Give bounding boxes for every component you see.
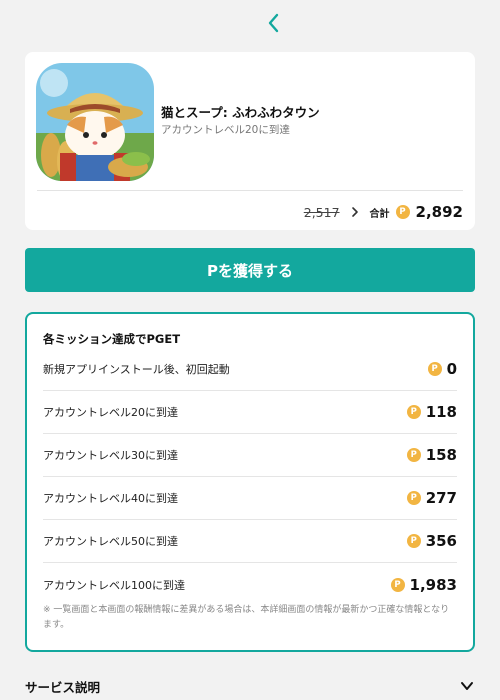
mission-row: アカウントレベル30に到達 P 158 (43, 434, 457, 477)
total-points: 2,892 (415, 203, 463, 221)
app-card: 猫とスープ: ふわふわタウン アカウントレベル20に到達 2,517 合計 P … (25, 52, 475, 230)
app-subtitle: アカウントレベル20に到達 (161, 124, 290, 136)
mission-label: アカウントレベル20に到達 (43, 406, 178, 419)
point-coin-icon: P (406, 405, 421, 419)
get-points-button[interactable]: Pを獲得する (25, 248, 475, 292)
old-price: 2,517 (303, 204, 340, 220)
mission-row: 新規アプリインストール後、初回起動 P 0 (43, 348, 457, 391)
mission-label: アカウントレベル50に到達 (43, 535, 178, 548)
mission-value: 118 (425, 403, 457, 421)
mission-value: 356 (425, 532, 457, 550)
mission-points: P 1,983 (390, 575, 457, 594)
chevron-left-icon (268, 13, 279, 33)
chevron-down-icon (461, 682, 473, 690)
mission-value: 1,983 (409, 575, 457, 594)
service-label: サービス説明 (25, 679, 101, 695)
mission-label: アカウントレベル100に到達 (43, 578, 185, 592)
mission-value: 0 (446, 360, 457, 378)
mission-title: 各ミッション達成でPGET (43, 332, 181, 346)
disclaimer-note: ※ 一覧画面と本画面の報酬情報に差異がある場合は、本詳細画面の情報が最新かつ正確… (43, 605, 450, 630)
total-label: 合計 (369, 208, 390, 220)
point-coin-icon: P (406, 491, 421, 505)
mission-row: アカウントレベル20に到達 P 118 (43, 391, 457, 434)
mission-points: P 0 (427, 360, 457, 378)
point-coin-icon: P (390, 577, 405, 592)
app-name: 猫とスープ: ふわふわタウン (161, 105, 320, 120)
point-coin-icon: P (406, 534, 421, 548)
mission-label: アカウントレベル30に到達 (43, 449, 178, 462)
mission-points: P 356 (406, 532, 457, 550)
chevron-right-icon (351, 207, 358, 217)
mission-row: アカウントレベル50に到達 P 356 (43, 520, 457, 563)
app-icon[interactable] (36, 63, 154, 181)
price-row: 2,517 合計 P 2,892 (304, 200, 463, 224)
back-button[interactable] (262, 10, 286, 36)
mission-points: P 277 (406, 489, 457, 507)
top-bar (0, 0, 500, 48)
mission-points: P 118 (406, 403, 457, 421)
mission-points: P 158 (406, 446, 457, 464)
mission-row: アカウントレベル40に到達 P 277 (43, 477, 457, 520)
point-coin-icon: P (395, 205, 410, 219)
mission-value: 158 (425, 446, 457, 464)
mission-row: アカウントレベル100に到達 P 1,983 (43, 563, 457, 606)
point-coin-icon: P (427, 362, 442, 376)
mission-list: 新規アプリインストール後、初回起動 P 0 アカウントレベル20に到達 P 11… (43, 348, 457, 606)
mission-label: 新規アプリインストール後、初回起動 (43, 363, 230, 376)
mission-card: 各ミッション達成でPGET 新規アプリインストール後、初回起動 P 0 アカウン… (25, 312, 475, 652)
mission-value: 277 (425, 489, 457, 507)
divider (37, 190, 463, 191)
mission-label: アカウントレベル40に到達 (43, 492, 178, 505)
service-description-toggle[interactable]: サービス説明 (25, 672, 475, 700)
point-coin-icon: P (406, 448, 421, 462)
